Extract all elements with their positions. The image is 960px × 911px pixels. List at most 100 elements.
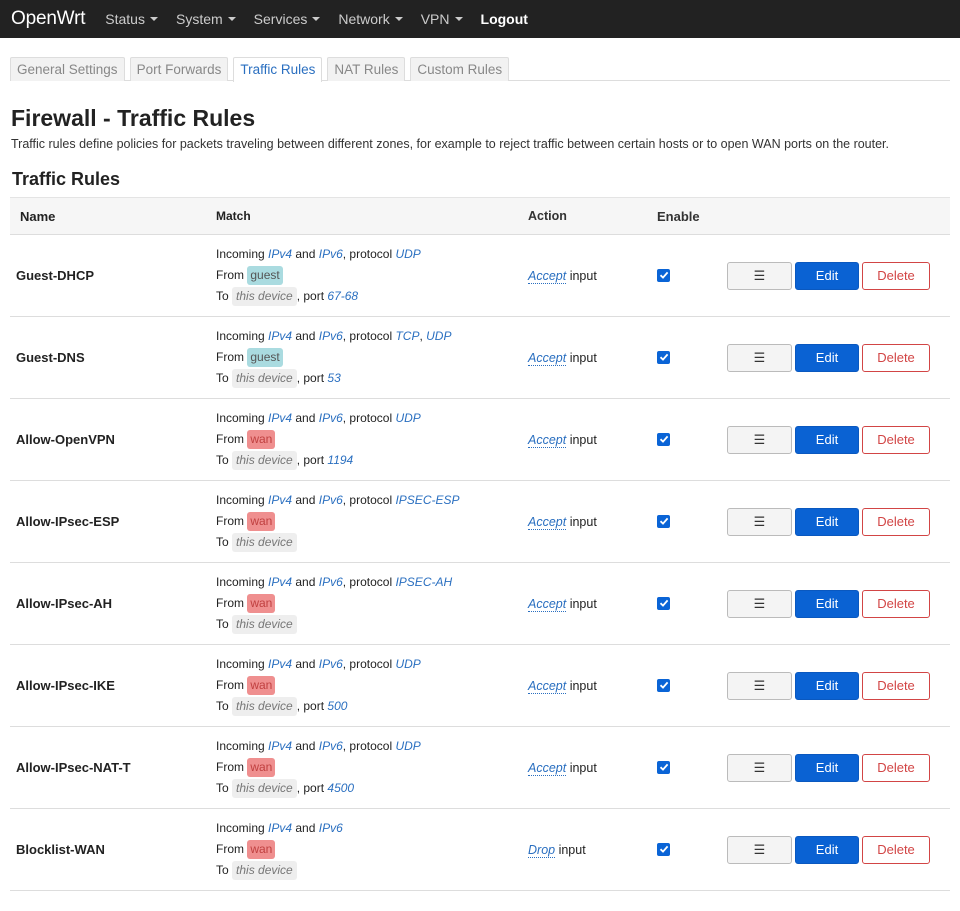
- zone-badge: wan: [247, 594, 276, 613]
- rule-action: Accept input: [528, 350, 657, 366]
- family-ipv4: IPv4: [268, 821, 293, 835]
- zone-badge: wan: [247, 840, 276, 859]
- family-ipv6: IPv6: [318, 657, 343, 671]
- protocol-value: UDP: [395, 247, 421, 261]
- match-line-from: From wan: [216, 593, 528, 614]
- rule-match: Incoming IPv4 and IPv6, protocol UDP From…: [216, 408, 528, 471]
- action-value[interactable]: Accept: [528, 350, 567, 366]
- enable-checkbox[interactable]: [657, 432, 670, 446]
- tab-nat-rules[interactable]: NAT Rules: [327, 57, 406, 81]
- match-line-to: To this device: [216, 532, 528, 553]
- rule-action: Accept input: [528, 678, 657, 694]
- nav-item-vpn[interactable]: VPN: [421, 11, 463, 27]
- protocol-value: TCP: [395, 329, 420, 343]
- edit-button[interactable]: Edit: [795, 671, 859, 700]
- edit-button[interactable]: Edit: [795, 835, 859, 864]
- drag-handle-button[interactable]: ☰: [727, 671, 792, 700]
- rule-match: Incoming IPv4 and IPv6, protocol UDP From…: [216, 736, 528, 799]
- check-icon: [659, 435, 668, 443]
- match-line-to: To this device, port 67-68: [216, 286, 528, 307]
- tab-traffic-rules[interactable]: Traffic Rules: [233, 57, 323, 82]
- enable-checkbox[interactable]: [657, 842, 670, 856]
- action-value[interactable]: Drop: [528, 842, 556, 858]
- delete-button[interactable]: Delete: [862, 671, 930, 700]
- rule-enable: [657, 432, 734, 447]
- label-incoming: Incoming: [216, 575, 269, 589]
- rule-match: Incoming IPv4 and IPv6, protocol TCP, UD…: [216, 326, 528, 389]
- action-value[interactable]: Accept: [528, 268, 567, 284]
- delete-button[interactable]: Delete: [862, 343, 930, 372]
- action-value[interactable]: Accept: [528, 596, 567, 612]
- delete-button[interactable]: Delete: [862, 507, 930, 536]
- device-badge: this device: [232, 615, 297, 634]
- edit-button[interactable]: Edit: [795, 261, 859, 290]
- label-and: and: [292, 575, 319, 589]
- zone-badge: wan: [247, 676, 276, 695]
- brand-logo[interactable]: OpenWrt: [11, 8, 85, 30]
- nav-item-status[interactable]: Status: [105, 11, 158, 27]
- action-value[interactable]: Accept: [528, 514, 567, 530]
- table-row: Blocklist-WAN Incoming IPv4 and IPv6 From …: [10, 809, 950, 891]
- header-name: Name: [20, 208, 56, 224]
- rule-name: Blocklist-WAN: [16, 842, 105, 857]
- table-row: Allow-IPsec-ESP Incoming IPv4 and IPv6, p…: [10, 481, 950, 563]
- edit-button[interactable]: Edit: [795, 507, 859, 536]
- tab-custom-rules[interactable]: Custom Rules: [410, 57, 510, 81]
- check-icon: [659, 845, 668, 853]
- delete-button[interactable]: Delete: [862, 261, 930, 290]
- drag-handle-button[interactable]: ☰: [727, 425, 792, 454]
- edit-button[interactable]: Edit: [795, 589, 859, 618]
- edit-button[interactable]: Edit: [795, 425, 859, 454]
- nav-item-system[interactable]: System: [176, 11, 236, 27]
- check-icon: [659, 353, 668, 361]
- drag-handle-button[interactable]: ☰: [727, 835, 792, 864]
- enable-checkbox[interactable]: [657, 596, 670, 610]
- edit-button[interactable]: Edit: [795, 753, 859, 782]
- drag-handle-button[interactable]: ☰: [727, 753, 792, 782]
- edit-button[interactable]: Edit: [795, 343, 859, 372]
- zone-badge: wan: [247, 430, 276, 449]
- rule-name: Allow-IPsec-ESP: [16, 514, 120, 529]
- nav-item-network[interactable]: Network: [338, 11, 403, 27]
- label-and: and: [292, 493, 319, 507]
- nav-item-services[interactable]: Services: [254, 11, 321, 27]
- family-ipv4: IPv4: [268, 411, 293, 425]
- logout-link[interactable]: Logout: [481, 11, 528, 27]
- protocol-value: UDP: [395, 657, 421, 671]
- protocol-value: UDP: [395, 739, 421, 753]
- label-and: and: [292, 739, 319, 753]
- action-value[interactable]: Accept: [528, 678, 567, 694]
- table-row: Allow-OpenVPN Incoming IPv4 and IPv6, pro…: [10, 399, 950, 481]
- match-line-to: To this device, port 1194: [216, 450, 528, 471]
- protocol-value: IPSEC-ESP: [395, 493, 460, 507]
- drag-handle-button[interactable]: ☰: [727, 343, 792, 372]
- drag-handle-button[interactable]: ☰: [727, 261, 792, 290]
- delete-button[interactable]: Delete: [862, 753, 930, 782]
- enable-checkbox[interactable]: [657, 268, 670, 282]
- delete-button[interactable]: Delete: [862, 835, 930, 864]
- family-ipv4: IPv4: [268, 493, 293, 507]
- port-value: 53: [327, 371, 341, 385]
- tab-port-forwards[interactable]: Port Forwards: [129, 57, 229, 81]
- drag-handle-button[interactable]: ☰: [727, 507, 792, 536]
- rule-action: Accept input: [528, 760, 657, 776]
- delete-button[interactable]: Delete: [862, 589, 930, 618]
- port-value: 4500: [327, 781, 355, 795]
- caret-down-icon: [394, 17, 403, 21]
- enable-checkbox[interactable]: [657, 760, 670, 774]
- tab-general-settings[interactable]: General Settings: [10, 57, 125, 81]
- drag-handle-button[interactable]: ☰: [727, 589, 792, 618]
- action-value[interactable]: Accept: [528, 432, 567, 448]
- match-line-incoming: Incoming IPv4 and IPv6, protocol UDP: [216, 244, 528, 265]
- delete-button[interactable]: Delete: [862, 425, 930, 454]
- caret-down-icon: [227, 17, 236, 21]
- enable-checkbox[interactable]: [657, 350, 670, 364]
- match-line-to: To this device, port 53: [216, 368, 528, 389]
- enable-checkbox[interactable]: [657, 678, 670, 692]
- enable-checkbox[interactable]: [657, 514, 670, 528]
- check-icon: [659, 517, 668, 525]
- label-to: To: [216, 617, 233, 631]
- family-ipv4: IPv4: [268, 247, 293, 261]
- family-ipv6: IPv6: [318, 247, 343, 261]
- action-value[interactable]: Accept: [528, 760, 567, 776]
